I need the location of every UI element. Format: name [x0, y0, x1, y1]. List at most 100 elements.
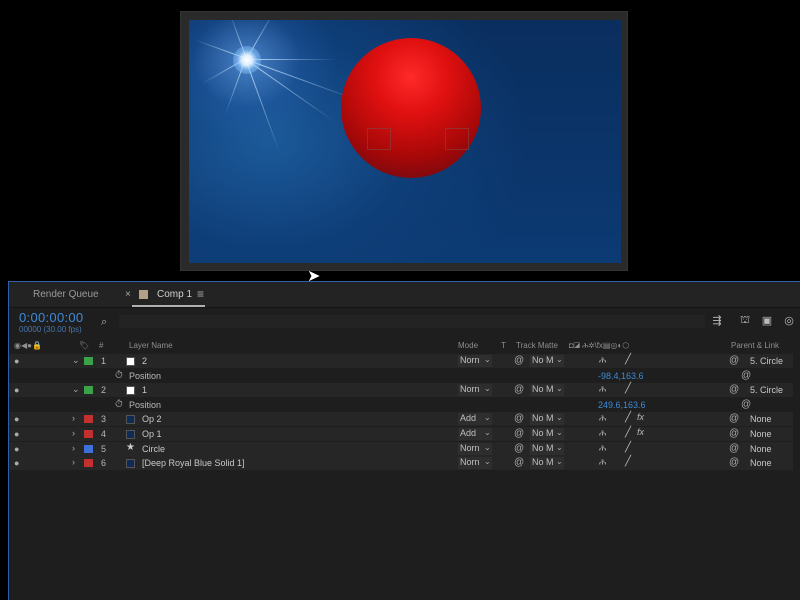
layer-row[interactable]: ● › 6 [Deep Royal Blue Solid 1] Norn ⌄ @ No M ⌄ ሕ… [9, 456, 793, 471]
parent-pickwhip-icon[interactable]: @ [729, 457, 739, 468]
red-sphere[interactable] [341, 38, 481, 178]
shy-switch-icon[interactable]: ሕ [599, 428, 606, 439]
twirl-closed-icon[interactable]: › [72, 428, 75, 438]
label-color-swatch[interactable] [84, 357, 93, 365]
layer-row[interactable]: ● ⌄ 1 2 Norn ⌄ @ No M ⌄ ሕ ╱ @5. Circle [9, 354, 793, 368]
search-icon[interactable]: ⌕ [101, 316, 107, 329]
label-color-swatch[interactable] [84, 430, 93, 438]
property-value[interactable]: -98.4,163.6 [598, 371, 644, 381]
property-pickwhip-icon[interactable]: @ [741, 370, 751, 381]
quality-switch-icon[interactable]: ╱ [625, 442, 631, 453]
eye-icon[interactable]: ● [14, 385, 19, 395]
parent-dropdown[interactable]: 5. Circle [750, 356, 783, 366]
layer-name[interactable]: 2 [142, 356, 147, 366]
parent-dropdown[interactable]: None [750, 414, 772, 424]
label-color-swatch[interactable] [84, 415, 93, 424]
layer-name-header[interactable]: Layer Name [129, 341, 173, 350]
quality-switch-icon[interactable]: ╱ [625, 427, 631, 438]
draft-3d-icon[interactable]: ⛫ [737, 314, 753, 328]
eye-icon[interactable]: ● [14, 458, 19, 468]
chevron-down-icon[interactable]: ⌄ [484, 457, 491, 466]
chevron-down-icon[interactable]: ⌄ [556, 457, 563, 466]
shy-switch-icon[interactable]: ሕ [599, 384, 606, 395]
shy-switch-icon[interactable]: ሕ [599, 413, 606, 424]
panel-menu-icon[interactable]: ≡ [197, 287, 204, 301]
property-value[interactable]: 249.6,163.6 [598, 400, 646, 410]
layer-row[interactable]: ● ⌄ 2 1 Norn ⌄ @ No M ⌄ ሕ ╱ @5. Circle [9, 383, 793, 398]
parent-dropdown[interactable]: None [750, 429, 772, 439]
switches-header-icons[interactable]: ◘◪ ሕ✲\fx▤◎◐⬡ [569, 341, 629, 351]
chevron-down-icon[interactable]: ⌄ [484, 355, 491, 364]
layer-name[interactable]: Circle [142, 444, 165, 454]
quality-switch-icon[interactable]: ╱ [625, 383, 631, 394]
layer-handle[interactable] [445, 128, 469, 150]
shy-switch-icon[interactable]: ሕ [599, 457, 606, 468]
layer-row[interactable]: ● › 3 Op 2 Add ⌄ @ No M ⌄ ሕ ╱ fx @ None [9, 412, 793, 427]
chevron-down-icon[interactable]: ⌄ [484, 413, 491, 422]
chevron-down-icon[interactable]: ⌄ [556, 384, 563, 393]
parent-dropdown[interactable]: None [750, 458, 772, 468]
parent-pickwhip-icon[interactable]: @ [729, 443, 739, 454]
stopwatch-icon[interactable]: ⏱ [115, 370, 123, 381]
chevron-down-icon[interactable]: ⌄ [484, 428, 491, 437]
track-matte-pickwhip-icon[interactable]: @ [514, 355, 524, 366]
shy-switch-icon[interactable]: ሕ [599, 355, 606, 366]
twirl-open-icon[interactable]: ⌄ [72, 355, 80, 366]
layer-handle[interactable] [367, 128, 391, 150]
track-matte-pickwhip-icon[interactable]: @ [514, 384, 524, 395]
composition-canvas[interactable] [189, 20, 621, 263]
tab-render-queue[interactable]: Render Queue [33, 289, 99, 300]
property-row[interactable]: ⏱ Position 249.6,163.6 @ [9, 397, 793, 412]
current-time-display[interactable]: 0:00:00:00 [19, 310, 83, 325]
eye-icon[interactable]: ● [14, 429, 19, 439]
parent-pickwhip-icon[interactable]: @ [729, 428, 739, 439]
effects-switch-icon[interactable]: fx [637, 427, 644, 437]
effects-switch-icon[interactable]: fx [637, 412, 644, 422]
stopwatch-icon[interactable]: ⏱ [115, 399, 123, 410]
label-color-swatch[interactable] [84, 444, 93, 453]
layer-name[interactable]: Op 1 [142, 429, 162, 439]
chevron-down-icon[interactable]: ⌄ [484, 443, 491, 452]
av-switches-header-icon[interactable]: ◉◀●🔒 [14, 341, 42, 350]
motion-blur-icon[interactable]: ◎ [781, 314, 797, 328]
composition-flowchart-icon[interactable]: ⇶ [709, 314, 725, 328]
shy-layers-icon[interactable]: ▣ [759, 314, 775, 328]
property-pickwhip-icon[interactable]: @ [741, 399, 751, 410]
chevron-down-icon[interactable]: ⌄ [556, 428, 563, 437]
twirl-closed-icon[interactable]: › [72, 413, 75, 423]
label-color-swatch[interactable] [84, 459, 93, 468]
track-matte-pickwhip-icon[interactable]: @ [514, 413, 524, 424]
twirl-closed-icon[interactable]: › [72, 457, 75, 467]
eye-icon[interactable]: ● [14, 414, 19, 424]
layer-row[interactable]: ● › 4 Op 1 Add ⌄ @ No M ⌄ ሕ ╱ fx @ None [9, 427, 793, 441]
quality-switch-icon[interactable]: ╱ [625, 456, 631, 467]
quality-switch-icon[interactable]: ╱ [625, 412, 631, 423]
layer-name[interactable]: 1 [142, 385, 147, 395]
layer-name[interactable]: [Deep Royal Blue Solid 1] [142, 458, 245, 468]
track-matte-pickwhip-icon[interactable]: @ [514, 457, 524, 468]
chevron-down-icon[interactable]: ⌄ [484, 384, 491, 393]
layer-row[interactable]: ● › 5 ★ Circle Norn ⌄ @ No M ⌄ ሕ ╱ @ None [9, 441, 793, 456]
parent-pickwhip-icon[interactable]: @ [729, 384, 739, 395]
quality-switch-icon[interactable]: ╱ [625, 354, 631, 365]
twirl-closed-icon[interactable]: › [72, 443, 75, 453]
label-header-icon[interactable]: 🏷 [79, 341, 89, 350]
property-row[interactable]: ⏱ Position -98.4,163.6 @ [9, 368, 793, 383]
chevron-down-icon[interactable]: ⌄ [556, 413, 563, 422]
track-matte-pickwhip-icon[interactable]: @ [514, 428, 524, 439]
parent-pickwhip-icon[interactable]: @ [729, 355, 739, 366]
chevron-down-icon[interactable]: ⌄ [556, 355, 563, 364]
layer-search-input[interactable] [119, 315, 705, 328]
twirl-open-icon[interactable]: ⌄ [72, 384, 80, 395]
parent-pickwhip-icon[interactable]: @ [729, 413, 739, 424]
eye-icon[interactable]: ● [14, 444, 19, 454]
tab-comp-1[interactable]: Comp 1 [157, 289, 192, 300]
parent-dropdown[interactable]: None [750, 444, 772, 454]
layer-name[interactable]: Op 2 [142, 414, 162, 424]
eye-icon[interactable]: ● [14, 356, 19, 366]
track-matte-pickwhip-icon[interactable]: @ [514, 443, 524, 454]
shy-switch-icon[interactable]: ሕ [599, 443, 606, 454]
chevron-down-icon[interactable]: ⌄ [556, 443, 563, 452]
composition-viewer[interactable] [0, 0, 800, 280]
parent-dropdown[interactable]: 5. Circle [750, 385, 783, 395]
